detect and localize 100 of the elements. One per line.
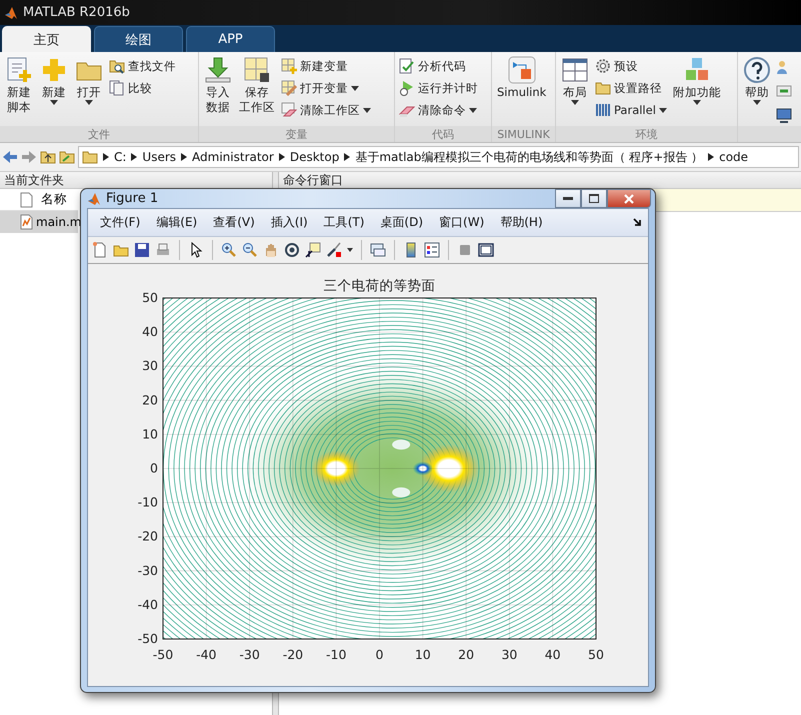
caret-icon [347,248,353,252]
path-segment[interactable]: C: [114,150,126,164]
menu-item[interactable]: 文件(F) [92,214,148,231]
triangle-icon [344,153,350,161]
ribbon-button[interactable]: 查找文件 [108,57,177,75]
tick-label: -50 [152,647,174,662]
grid-save-icon [243,56,271,84]
document-plus-icon [5,56,33,84]
minimize-button[interactable] [555,189,581,208]
documents-icon [109,80,125,96]
path-segment[interactable]: Desktop [290,150,340,164]
ribbon-button[interactable]: 导入 数据 [202,55,234,115]
ribbon-button[interactable]: 清除命令 [398,101,479,119]
help-icon [743,56,771,84]
path-segment[interactable]: Users [142,150,176,164]
menu-item[interactable]: 窗口(W) [431,214,492,231]
tick-label: 50 [142,290,158,305]
ribbon-button[interactable]: 帮助 [741,55,773,106]
tick-label: -50 [138,631,158,646]
group-title: 文件 [0,126,198,142]
ribbon-button[interactable]: 新建 脚本 [3,55,35,115]
tick-label: 40 [142,324,158,340]
address-field[interactable]: C: Users Administrator Desktop 基于matlab编程模拟三个电荷的电场线和等势面（ 程序+报告 ） code [78,146,799,168]
ribbon-button[interactable]: 比较 [108,79,177,97]
ribbon-button[interactable]: 打开变量 [280,79,372,97]
tick-label: -30 [239,647,260,662]
data-cursor-icon [305,242,321,258]
dock-arrow-icon [633,218,642,227]
ribbon-button[interactable]: 预设 [594,57,668,75]
forward-arrow-icon [21,149,37,165]
axes-title: 三个电荷的等势面 [324,278,436,294]
triangle-icon [278,153,285,161]
new-file-icon [92,242,108,258]
menu-item[interactable]: 桌面(D) [372,214,432,231]
logo-icon [4,6,18,20]
menu-item[interactable]: 帮助(H) [492,214,551,231]
monitor-icon [776,107,792,123]
file-icon [20,192,33,208]
contour-gap [392,440,410,450]
settings-icon [595,58,611,74]
menu-item[interactable]: 工具(T) [316,214,372,231]
tick-label: 50 [588,647,604,662]
caret-icon [351,86,359,90]
close-button[interactable] [607,189,651,208]
menu-item[interactable]: 插入(I) [262,214,316,231]
maximize-button[interactable] [581,189,607,208]
tick-label: 10 [414,647,431,662]
ribbon-tab[interactable]: 绘图 [94,26,183,52]
path-segment[interactable]: code [719,150,748,164]
tick-label: -30 [138,562,158,578]
ribbon-button[interactable]: 分析代码 [398,57,479,75]
caret-icon [50,100,58,105]
tick-label: -10 [138,494,158,510]
ribbon-tab[interactable]: APP [186,26,275,52]
triangle-icon [708,153,714,161]
ribbon-button[interactable]: 布局 [559,55,591,106]
layout-grid-icon [561,56,589,84]
ribbon-button[interactable]: 新建 [38,55,70,106]
minimize-icon [563,197,573,200]
ribbon-button[interactable]: Parallel [594,101,668,119]
panel-title: 命令行窗口 [283,172,343,188]
file-row[interactable]: main.m [0,211,78,233]
tick-label: -20 [138,528,158,544]
ribbon-button[interactable]: 保存 工作区 [237,55,277,115]
ribbon-button[interactable]: 运行并计时 [398,79,479,97]
ribbon-button[interactable]: 设置路径 [594,79,668,97]
triangle-icon [181,153,188,161]
menu-item[interactable]: 查看(V) [205,214,263,231]
ribbon-button[interactable]: 新建变量 [280,57,372,75]
menu-item[interactable]: 编辑(E) [148,214,206,231]
plus-icon [40,56,68,84]
logo-icon [87,192,101,206]
ribbon-button[interactable]: 附加功能 [670,55,723,106]
ribbon-button[interactable]: 清除工作区 [280,101,372,119]
grid-plus-icon [281,58,297,74]
tick-label: -20 [282,647,304,662]
path-segment[interactable]: Administrator [192,150,274,164]
charge-hotspot [312,450,360,486]
caret-icon [571,100,579,105]
group-title: 代码 [395,126,491,142]
tick-label: 0 [150,460,158,476]
ribbon-button[interactable]: 打开 [73,55,105,106]
run-clock-icon [399,80,415,96]
maximize-icon [589,194,599,203]
window-icon [478,242,494,258]
tick-label: 30 [142,358,158,374]
ribbon-tab[interactable]: 主页 [2,26,91,52]
tick-label: -40 [196,647,216,662]
tick-label: 30 [501,647,518,662]
block-diagram-icon [508,56,536,84]
back-arrow-icon [2,149,18,165]
legend-icon [424,242,440,258]
tick-label: -40 [138,596,158,612]
caret-icon [469,108,477,112]
tick-label: 20 [458,647,474,662]
ribbon-button[interactable]: Simulink [495,55,548,100]
charge-hotspot [418,444,479,492]
group-title [738,126,801,142]
caret-icon [85,100,93,105]
path-segment[interactable]: 基于matlab编程模拟三个电荷的电场线和等势面（ 程序+报告 ） [355,148,704,166]
